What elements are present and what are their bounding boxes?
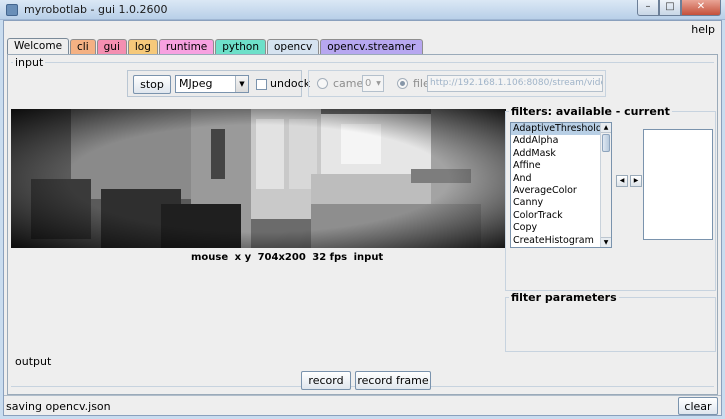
record-frame-button[interactable]: record frame — [355, 371, 431, 390]
fps-readout: 32 fps — [312, 252, 348, 263]
menubar: help — [4, 21, 721, 37]
window-client: help Welcome cli gui log runtime python … — [3, 20, 722, 416]
undock-checkbox[interactable] — [256, 79, 267, 90]
list-item[interactable]: AdaptiveThreshold — [511, 123, 611, 136]
window-titlebar: myrobotlab - gui 1.0.2600 – □ ✕ — [0, 0, 725, 20]
filter-parameters-label: filter parameters — [509, 291, 619, 304]
mouse-xy: x y — [234, 252, 252, 263]
source-label: input — [353, 252, 384, 263]
tab-opencv[interactable]: opencv — [267, 39, 320, 54]
scroll-up-icon[interactable]: ▲ — [601, 123, 611, 133]
app-icon — [6, 4, 18, 16]
url-input[interactable]: http://192.168.1.106:8080/stream/video.m… — [427, 75, 603, 92]
list-item[interactable]: AverageColor — [511, 185, 611, 197]
window-title: myrobotlab - gui 1.0.2600 — [24, 3, 168, 16]
maximize-button[interactable]: □ — [659, 0, 681, 16]
list-item[interactable]: Affine — [511, 160, 611, 172]
opencv-panel: input stop MJpeg ▼ undock camera 0 ▼ fil… — [7, 54, 718, 395]
undock-label: undock — [270, 77, 311, 90]
output-group-label: output — [13, 355, 54, 368]
arrow-left-icon[interactable]: ◀ — [616, 175, 628, 187]
list-item[interactable]: Copy — [511, 222, 611, 234]
close-button[interactable]: ✕ — [681, 0, 721, 16]
status-message: saving opencv.json — [6, 400, 111, 413]
minimize-button[interactable]: – — [637, 0, 659, 16]
tab-gui[interactable]: gui — [96, 39, 127, 54]
list-item[interactable]: ColorTrack — [511, 210, 611, 222]
tab-welcome[interactable]: Welcome — [7, 38, 70, 54]
tab-runtime[interactable]: runtime — [158, 39, 215, 54]
frame-size: 704x200 — [257, 252, 306, 263]
list-item[interactable]: Canny — [511, 197, 611, 209]
filter-list-scrollbar[interactable]: ▲ ▼ — [600, 123, 611, 247]
list-item[interactable]: AddAlpha — [511, 135, 611, 147]
input-group-border — [11, 62, 714, 63]
current-filters-list[interactable] — [643, 129, 713, 240]
arrow-right-icon[interactable]: ▶ — [630, 175, 642, 187]
status-bar: saving opencv.json clear — [4, 395, 721, 415]
stop-button[interactable]: stop — [133, 75, 171, 94]
camera-frame-image — [11, 109, 506, 248]
available-filters-list[interactable]: AdaptiveThreshold AddAlpha AddMask Affin… — [510, 122, 612, 248]
scroll-down-icon[interactable]: ▼ — [601, 237, 611, 247]
input-group-label: input — [13, 56, 46, 69]
video-status: mouse x y 704x200 32 fps input — [191, 252, 386, 263]
source-selector: camera 0 ▼ file http://192.168.1.106:808… — [308, 70, 606, 97]
tab-python[interactable]: python — [215, 39, 266, 54]
list-item[interactable]: And — [511, 173, 611, 185]
list-item[interactable]: CreateHistogram — [511, 235, 611, 247]
video-display[interactable] — [11, 109, 506, 248]
clear-button[interactable]: clear — [678, 397, 718, 415]
grabber-value: MJpeg — [179, 77, 213, 90]
scrollbar-thumb[interactable] — [602, 134, 610, 152]
mouse-label: mouse — [191, 252, 229, 263]
camera-radio[interactable] — [317, 78, 328, 89]
filters-group: filters: available - current AdaptiveThr… — [505, 105, 716, 291]
file-radio[interactable] — [397, 78, 408, 89]
chevron-down-icon: ▼ — [235, 76, 248, 92]
camera-index-select[interactable]: 0 ▼ — [362, 75, 384, 92]
filters-group-label: filters: available - current — [509, 105, 672, 118]
tab-log[interactable]: log — [127, 39, 158, 54]
camera-index-value: 0 — [365, 78, 372, 89]
tab-cli[interactable]: cli — [70, 39, 96, 54]
filter-parameters-group: filter parameters — [505, 291, 716, 352]
capture-controls: stop MJpeg ▼ undock — [127, 70, 310, 97]
record-button[interactable]: record — [301, 371, 351, 390]
grabber-select[interactable]: MJpeg ▼ — [175, 75, 249, 93]
tab-strip: Welcome cli gui log runtime python openc… — [7, 38, 424, 54]
chevron-down-icon: ▼ — [376, 80, 381, 87]
tab-opencv-streamer[interactable]: opencv.streamer — [320, 39, 423, 54]
help-menu[interactable]: help — [691, 23, 715, 36]
list-item[interactable]: AddMask — [511, 148, 611, 160]
